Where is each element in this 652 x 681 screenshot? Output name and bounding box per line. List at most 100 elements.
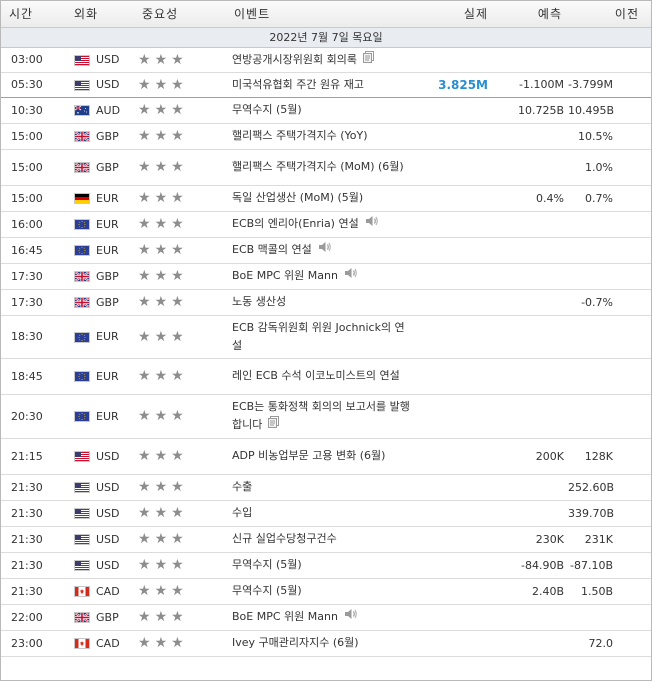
event-name[interactable]: 연방공개시장위원회 회의록 <box>230 47 416 73</box>
event-name[interactable]: 미국석유협회 주간 원유 재고 <box>230 72 416 98</box>
header-forecast[interactable]: 예측 <box>496 1 568 28</box>
event-title[interactable]: 핼리팩스 주택가격지수 (MoM) (6월) <box>232 160 404 173</box>
speaker-icon[interactable] <box>344 267 358 285</box>
event-title[interactable]: 독일 산업생산 (MoM) (5월) <box>232 191 363 204</box>
event-name[interactable]: 핼리팩스 주택가격지수 (YoY) <box>230 123 416 150</box>
star-icon: ★ <box>154 583 168 599</box>
star-icon: ★ <box>138 408 151 424</box>
event-currency: EUR <box>70 358 138 395</box>
document-icon[interactable] <box>268 416 280 434</box>
event-row[interactable]: 21:30 USD ★ ★ ★ 수입 339.70B <box>1 500 651 527</box>
event-name[interactable]: BoE MPC 위원 Mann <box>230 263 416 290</box>
event-row[interactable]: 16:45 EUR ★ ★ ★ ECB 맥콜의 연설 <box>1 237 651 264</box>
event-name[interactable]: ECB의 엔리아(Enria) 연설 <box>230 211 416 238</box>
event-row[interactable]: 21:15 USD ★ ★ ★ ADP 비농업부문 고용 변화 (6월) 200K 128K <box>1 438 651 475</box>
event-row[interactable]: 15:00 GBP ★ ★ ★ 핼리팩스 주택가격지수 (MoM) (6월) 1.0% <box>1 149 651 186</box>
header-previous[interactable]: 이전 <box>568 1 651 28</box>
speaker-icon[interactable] <box>344 608 358 626</box>
event-title[interactable]: 무역수지 (5월) <box>232 558 302 571</box>
event-title[interactable]: ECB 감독위원회 위원 Jochnick의 연설 <box>232 321 405 352</box>
event-name[interactable]: 레인 ECB 수석 이코노미스트의 연설 <box>230 358 416 395</box>
event-title[interactable]: BoE MPC 위원 Mann <box>232 610 338 623</box>
event-name[interactable]: 수출 <box>230 474 416 501</box>
event-name[interactable]: 핼리팩스 주택가격지수 (MoM) (6월) <box>230 149 416 186</box>
event-name[interactable]: 독일 산업생산 (MoM) (5월) <box>230 185 416 212</box>
event-row[interactable]: 23:00 CAD ★ ★ ★ Ivey 구매관리자지수 (6월) 72.0 <box>1 630 651 657</box>
event-name[interactable]: ECB는 통화정책 회의의 보고서를 발행합니다 <box>230 394 416 439</box>
event-title[interactable]: 무역수지 (5월) <box>232 103 302 116</box>
event-time: 05:30 <box>1 72 70 98</box>
star-icon: ★ <box>154 294 168 310</box>
event-time: 18:30 <box>1 315 70 359</box>
event-row[interactable]: 21:30 USD ★ ★ ★ 수출 252.60B <box>1 474 651 501</box>
event-title[interactable]: ECB의 엔리아(Enria) 연설 <box>232 217 359 230</box>
event-row[interactable]: 21:30 USD ★ ★ ★ 무역수지 (5월) -84.90B -87.10B <box>1 552 651 579</box>
event-title[interactable]: 노동 생산성 <box>232 295 286 308</box>
event-row[interactable]: 17:30 GBP ★ ★ ★ 노동 생산성 -0.7% <box>1 289 651 316</box>
event-row[interactable]: 15:00 GBP ★ ★ ★ 핼리팩스 주택가격지수 (YoY) 10.5% <box>1 123 651 150</box>
event-forecast <box>496 630 568 657</box>
event-row[interactable]: 21:30 CAD ★ ★ ★ 무역수지 (5월) 2.40B 1.50B <box>1 578 651 605</box>
event-actual <box>416 604 496 631</box>
event-row[interactable]: 20:30 EUR ★ ★ ★ ECB는 통화정책 회의의 보고서를 발행합니다 <box>1 394 651 439</box>
header-importance[interactable]: 중요성 <box>138 1 230 28</box>
event-row[interactable]: 22:00 GBP ★ ★ ★ BoE MPC 위원 Mann <box>1 604 651 631</box>
star-icon: ★ <box>171 159 184 175</box>
star-icon: ★ <box>138 190 151 206</box>
flag-eu-icon <box>74 219 90 230</box>
event-time: 21:30 <box>1 526 70 553</box>
event-title[interactable]: 수출 <box>232 480 252 493</box>
event-title[interactable]: 레인 ECB 수석 이코노미스트의 연설 <box>232 369 400 382</box>
event-title[interactable]: Ivey 구매관리자지수 (6월) <box>232 636 359 649</box>
event-title[interactable]: 신규 실업수당청구건수 <box>232 532 337 545</box>
event-name[interactable]: 노동 생산성 <box>230 289 416 316</box>
importance-stars: ★ ★ ★ <box>138 630 230 657</box>
event-row[interactable]: 15:00 EUR ★ ★ ★ 독일 산업생산 (MoM) (5월) 0.4% 0.7% <box>1 185 651 212</box>
document-icon[interactable] <box>362 50 374 69</box>
event-title[interactable]: 수입 <box>232 506 252 519</box>
event-currency: USD <box>70 47 138 73</box>
event-name[interactable]: 신규 실업수당청구건수 <box>230 526 416 553</box>
event-row[interactable]: 05:30 USD ★ ★ ★ 미국석유협회 주간 원유 재고 3.825M -1.100M -… <box>1 72 651 98</box>
event-row[interactable]: 18:30 EUR ★ ★ ★ ECB 감독위원회 위원 Jochnick의 연설 <box>1 315 651 359</box>
flag-us-icon <box>74 508 90 519</box>
event-name[interactable]: ECB 맥콜의 연설 <box>230 237 416 264</box>
speaker-icon[interactable] <box>318 241 332 259</box>
event-name[interactable]: 수입 <box>230 500 416 527</box>
importance-stars: ★ ★ ★ <box>138 72 230 98</box>
star-icon: ★ <box>171 609 184 625</box>
flag-eu-icon <box>74 331 90 343</box>
event-name[interactable]: 무역수지 (5월) <box>230 552 416 579</box>
event-currency: GBP <box>70 604 138 631</box>
event-row[interactable]: 18:45 EUR ★ ★ ★ 레인 ECB 수석 이코노미스트의 연설 <box>1 358 651 395</box>
event-row[interactable]: 21:30 USD ★ ★ ★ 신규 실업수당청구건수 230K 231K <box>1 526 651 553</box>
event-title[interactable]: 미국석유협회 주간 원유 재고 <box>232 78 364 91</box>
event-row[interactable]: 17:30 GBP ★ ★ ★ BoE MPC 위원 Mann <box>1 263 651 290</box>
event-title[interactable]: 무역수지 (5월) <box>232 584 302 597</box>
event-row[interactable]: 10:30 AUD ★ ★ ★ 무역수지 (5월) 10.725B 10.495B <box>1 97 651 124</box>
event-title[interactable]: ECB는 통화정책 회의의 보고서를 발행합니다 <box>232 400 410 431</box>
event-title[interactable]: 핼리팩스 주택가격지수 (YoY) <box>232 129 367 142</box>
flag-eu-icon <box>74 245 90 256</box>
header-currency[interactable]: 외화 <box>70 1 138 28</box>
header-actual[interactable]: 실제 <box>416 1 496 28</box>
event-title[interactable]: ECB 맥콜의 연설 <box>232 243 312 256</box>
event-row[interactable]: 03:00 USD ★ ★ ★ 연방공개시장위원회 회의록 <box>1 47 651 73</box>
star-icon: ★ <box>138 557 151 573</box>
event-title[interactable]: BoE MPC 위원 Mann <box>232 269 338 282</box>
star-icon: ★ <box>138 102 151 118</box>
header-time[interactable]: 시간 <box>1 1 70 28</box>
event-title[interactable]: 연방공개시장위원회 회의록 <box>232 53 357 66</box>
event-name[interactable]: 무역수지 (5월) <box>230 578 416 605</box>
speaker-icon[interactable] <box>365 215 379 233</box>
header-event[interactable]: 이벤트 <box>230 1 416 28</box>
currency-code: USD <box>96 53 120 66</box>
star-icon: ★ <box>171 583 184 599</box>
event-title[interactable]: ADP 비농업부문 고용 변화 (6월) <box>232 449 385 462</box>
event-row[interactable]: 16:00 EUR ★ ★ ★ ECB의 엔리아(Enria) 연설 <box>1 211 651 238</box>
event-name[interactable]: BoE MPC 위원 Mann <box>230 604 416 631</box>
event-name[interactable]: ADP 비농업부문 고용 변화 (6월) <box>230 438 416 475</box>
event-name[interactable]: 무역수지 (5월) <box>230 97 416 124</box>
event-name[interactable]: ECB 감독위원회 위원 Jochnick의 연설 <box>230 315 416 359</box>
event-name[interactable]: Ivey 구매관리자지수 (6월) <box>230 630 416 657</box>
